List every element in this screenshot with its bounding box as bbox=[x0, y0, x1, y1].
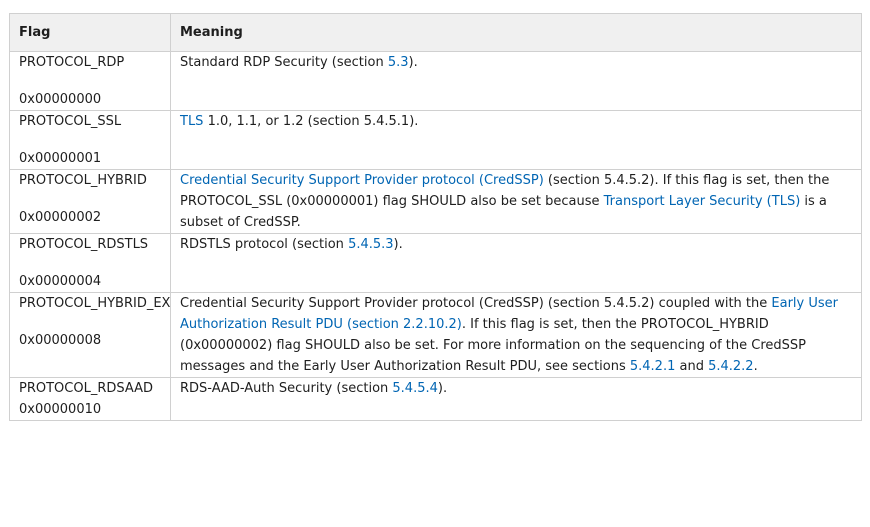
meaning-text: ). bbox=[393, 237, 403, 252]
meaning-cell: Credential Security Support Provider pro… bbox=[170, 169, 862, 234]
meaning-text: Credential Security Support Provider pro… bbox=[180, 296, 772, 311]
meaning-text: RDSTLS protocol (section bbox=[180, 237, 349, 252]
flag-value: 0x00000002 bbox=[19, 210, 102, 225]
tls-link[interactable]: Transport Layer Security (TLS) bbox=[604, 194, 801, 209]
table-row: PROTOCOL_HYBRID_EX 0x00000008 Credential… bbox=[9, 292, 862, 378]
header-flag: Flag bbox=[9, 13, 171, 52]
flag-cell: PROTOCOL_RDSAAD 0x00000010 bbox=[9, 377, 171, 421]
flag-cell: PROTOCOL_HYBRID 0x00000002 bbox=[9, 169, 171, 234]
section-link[interactable]: 5.4.2.1 bbox=[630, 359, 675, 374]
tls-link[interactable]: TLS bbox=[180, 114, 203, 129]
section-link[interactable]: 5.4.5.3 bbox=[348, 237, 393, 252]
flag-cell: PROTOCOL_RDSTLS 0x00000004 bbox=[9, 233, 171, 293]
meaning-text: ). bbox=[437, 381, 448, 396]
meaning-text: Standard RDP Security (section bbox=[180, 55, 388, 70]
flag-value: 0x00000008 bbox=[19, 333, 102, 348]
flag-value: 0x00000010 bbox=[19, 402, 102, 417]
flag-value: 0x00000004 bbox=[19, 274, 102, 289]
meaning-cell: Credential Security Support Provider pro… bbox=[170, 292, 862, 378]
meaning-text: RDS-AAD-Auth Security (section bbox=[180, 381, 393, 396]
meaning-cell: RDSTLS protocol (section 5.4.5.3). bbox=[170, 233, 862, 293]
meaning-cell: Standard RDP Security (section 5.3). bbox=[170, 51, 862, 111]
header-row: Flag Meaning bbox=[9, 13, 862, 52]
meaning-text: and bbox=[675, 359, 709, 374]
flag-name: PROTOCOL_HYBRID_EX bbox=[19, 296, 171, 311]
flag-name: PROTOCOL_RDSTLS bbox=[19, 237, 149, 252]
meaning-cell: RDS-AAD-Auth Security (section 5.4.5.4). bbox=[170, 377, 862, 421]
meaning-text: ). bbox=[408, 55, 418, 70]
flag-value: 0x00000000 bbox=[19, 92, 102, 107]
flag-name: PROTOCOL_RDSAAD bbox=[19, 381, 154, 396]
section-link[interactable]: 5.4.5.4 bbox=[392, 381, 437, 396]
flag-cell: PROTOCOL_RDP 0x00000000 bbox=[9, 51, 171, 111]
table-row: PROTOCOL_SSL 0x00000001 TLS 1.0, 1.1, or… bbox=[9, 110, 862, 170]
section-link[interactable]: 5.4.2.2 bbox=[708, 359, 753, 374]
table-row: PROTOCOL_HYBRID 0x00000002 Credential Se… bbox=[9, 169, 862, 234]
table-row: PROTOCOL_RDSAAD 0x00000010 RDS-AAD-Auth … bbox=[9, 377, 862, 421]
meaning-text: . bbox=[753, 359, 758, 374]
meaning-cell: TLS 1.0, 1.1, or 1.2 (section 5.4.5.1). bbox=[170, 110, 862, 170]
table-row: PROTOCOL_RDSTLS 0x00000004 RDSTLS protoc… bbox=[9, 233, 862, 293]
flag-name: PROTOCOL_HYBRID bbox=[19, 173, 147, 188]
flag-cell: PROTOCOL_HYBRID_EX 0x00000008 bbox=[9, 292, 171, 378]
section-link[interactable]: 5.3 bbox=[388, 55, 409, 70]
credssp-link[interactable]: Credential Security Support Provider pro… bbox=[180, 173, 544, 188]
flag-cell: PROTOCOL_SSL 0x00000001 bbox=[9, 110, 171, 170]
flag-name: PROTOCOL_RDP bbox=[19, 55, 125, 70]
meaning-text: 1.0, 1.1, or 1.2 (section 5.4.5.1). bbox=[203, 114, 419, 129]
flag-name: PROTOCOL_SSL bbox=[19, 114, 122, 129]
table-row: PROTOCOL_RDP 0x00000000 Standard RDP Sec… bbox=[9, 51, 862, 111]
flag-value: 0x00000001 bbox=[19, 151, 102, 166]
header-meaning: Meaning bbox=[170, 13, 862, 52]
flags-table: Flag Meaning PROTOCOL_RDP 0x00000000 Sta… bbox=[9, 13, 862, 421]
